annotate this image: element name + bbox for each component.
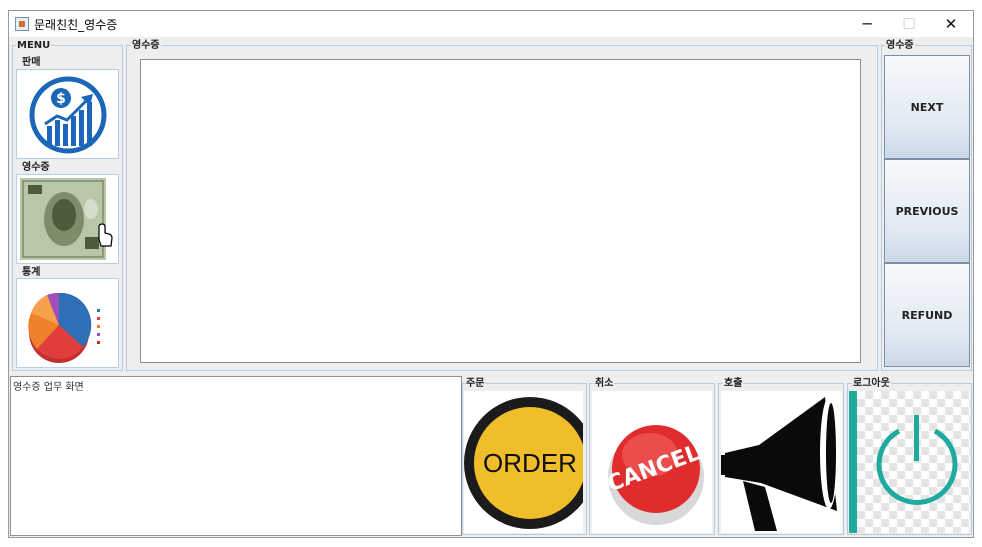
menu-item-label: 영수증 — [21, 162, 51, 173]
receipt-actions-label: 영수증 — [885, 40, 915, 51]
order-icon-text: ORDER — [483, 448, 577, 478]
cancel-button[interactable]: CANCEL — [592, 391, 712, 533]
order-button[interactable]: ORDER — [464, 391, 583, 533]
title-bar: 문래친친_영수증 ─ ☐ ✕ — [9, 11, 973, 37]
status-area: 영수증 업무 화면 — [10, 376, 462, 536]
svg-text:$: $ — [56, 91, 66, 107]
next-button[interactable]: NEXT — [884, 55, 970, 159]
menu-group-label: MENU — [16, 40, 52, 51]
order-icon: ORDER — [464, 391, 583, 533]
power-icon — [849, 391, 970, 533]
order-label: 주문 — [465, 378, 486, 389]
refund-button[interactable]: REFUND — [884, 263, 970, 367]
menu-item-label: 통계 — [21, 267, 42, 278]
receipt-window: 문래친친_영수증 ─ ☐ ✕ MENU 판매 $ 영수증 통계 영수증 영수증 … — [8, 10, 974, 538]
logout-label: 로그아웃 — [852, 378, 891, 389]
window-title: 문래친친_영수증 — [34, 18, 118, 32]
pie-chart-icon — [28, 292, 100, 363]
minimize-button[interactable]: ─ — [847, 11, 887, 37]
cancel-icon: CANCEL — [592, 391, 712, 533]
previous-button[interactable]: PREVIOUS — [884, 159, 970, 263]
status-text: 영수증 업무 화면 — [13, 382, 84, 393]
call-button[interactable] — [721, 391, 842, 533]
sales-growth-icon: $ — [29, 76, 107, 154]
menu-item-label: 판매 — [21, 57, 42, 68]
maximize-button[interactable]: ☐ — [889, 11, 929, 37]
cancel-label: 취소 — [594, 378, 615, 389]
java-app-icon — [15, 17, 29, 31]
call-label: 호출 — [723, 378, 744, 389]
receipt-display-area[interactable] — [140, 59, 861, 363]
menu-item-receipt[interactable] — [16, 174, 119, 264]
menu-item-sales[interactable]: $ — [16, 69, 119, 159]
menu-item-statistics[interactable] — [16, 278, 119, 368]
dollar-bill-icon — [20, 178, 113, 260]
close-button[interactable]: ✕ — [931, 11, 971, 37]
megaphone-icon — [721, 391, 842, 533]
receipt-group-label: 영수증 — [131, 40, 161, 51]
logout-button[interactable] — [849, 391, 970, 533]
